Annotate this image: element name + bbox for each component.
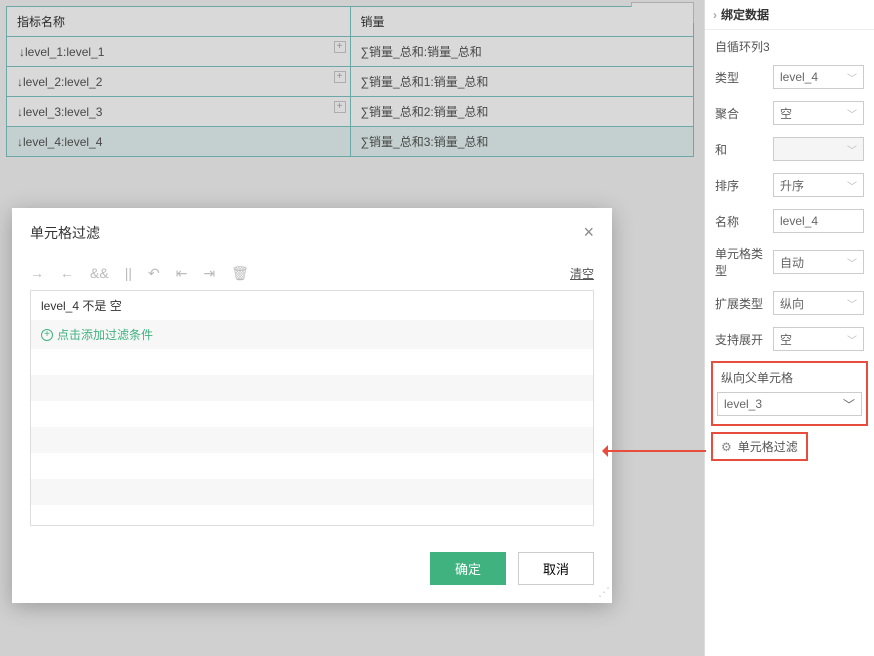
select-vparent[interactable]: level_3﹀ — [717, 392, 862, 416]
chevron-down-icon: ﹀ — [847, 142, 857, 157]
close-icon[interactable]: × — [583, 222, 594, 243]
sidebar-subtitle: 自循环列3 — [705, 30, 874, 59]
trash-icon[interactable]: 🗑 — [231, 265, 249, 282]
plus-circle-icon: + — [41, 329, 53, 341]
chevron-down-icon: ﹀ — [847, 332, 857, 347]
cell-filter-button[interactable]: ⚙ 单元格过滤 — [711, 432, 808, 461]
chevron-down-icon: ﹀ — [847, 178, 857, 193]
select-and: ﹀ — [773, 137, 864, 161]
cell-filter-modal: 单元格过滤 × → ← && || ↶ ⇤ ⇥ 🗑 清空 level_4 不是 … — [12, 208, 612, 603]
arrow-right-icon[interactable]: → — [30, 265, 44, 282]
row-and: 和 ﹀ — [705, 131, 874, 167]
indent-out-icon[interactable]: ⇥ — [203, 265, 215, 282]
row-celltype: 单元格类型 自动﹀ — [705, 239, 874, 285]
filter-row-empty — [31, 479, 593, 505]
chevron-right-icon[interactable]: › — [713, 8, 717, 22]
filter-row-empty — [31, 427, 593, 453]
or-icon[interactable]: || — [125, 265, 132, 282]
chevron-down-icon: ﹀ — [847, 296, 857, 311]
select-expandtype[interactable]: 纵向﹀ — [773, 291, 864, 315]
filter-row[interactable]: level_4 不是 空 — [31, 291, 593, 320]
filter-row-empty — [31, 375, 593, 401]
filter-list: level_4 不是 空 + 点击添加过滤条件 — [30, 290, 594, 526]
modal-footer: 确定 取消 — [12, 538, 612, 603]
row-type: 类型 level_4﹀ — [705, 59, 874, 95]
cancel-button[interactable]: 取消 — [518, 552, 594, 585]
gear-icon: ⚙ — [721, 440, 732, 454]
select-sort[interactable]: 升序﹀ — [773, 173, 864, 197]
row-sort: 排序 升序﹀ — [705, 167, 874, 203]
filter-row-empty — [31, 401, 593, 427]
filter-row-empty — [31, 505, 593, 526]
row-name: 名称 level_4 — [705, 203, 874, 239]
select-supportexpand[interactable]: 空﹀ — [773, 327, 864, 351]
chevron-down-icon: ﹀ — [847, 255, 857, 270]
indent-in-icon[interactable]: ⇤ — [176, 265, 188, 282]
clear-button[interactable]: 清空 — [570, 265, 594, 282]
select-celltype[interactable]: 自动﹀ — [773, 250, 864, 274]
modal-title: 单元格过滤 — [30, 223, 100, 243]
chevron-down-icon: ﹀ — [847, 106, 857, 121]
undo-icon[interactable]: ↶ — [148, 265, 160, 282]
row-supportexpand: 支持展开 空﹀ — [705, 321, 874, 357]
modal-toolbar: → ← && || ↶ ⇤ ⇥ 🗑 清空 — [12, 257, 612, 290]
input-name[interactable]: level_4 — [773, 209, 864, 233]
group-vertical-parent: 纵向父单元格 level_3﹀ — [711, 361, 868, 426]
sidebar-bind-data: › 绑定数据 自循环列3 类型 level_4﹀ 聚合 空﹀ 和 ﹀ 排序 升序… — [704, 0, 874, 656]
sidebar-header: › 绑定数据 — [705, 0, 874, 30]
chevron-down-icon: ﹀ — [843, 396, 855, 413]
modal-header: 单元格过滤 × — [12, 208, 612, 257]
filter-row-empty — [31, 349, 593, 375]
select-agg[interactable]: 空﹀ — [773, 101, 864, 125]
and-icon[interactable]: && — [90, 265, 109, 282]
filter-row-empty — [31, 453, 593, 479]
select-type[interactable]: level_4﹀ — [773, 65, 864, 89]
row-agg: 聚合 空﹀ — [705, 95, 874, 131]
resize-grip[interactable]: ⋰ — [598, 585, 608, 599]
chevron-down-icon: ﹀ — [847, 70, 857, 85]
row-expandtype: 扩展类型 纵向﹀ — [705, 285, 874, 321]
add-filter-row[interactable]: + 点击添加过滤条件 — [31, 320, 593, 349]
sidebar-title: 绑定数据 — [721, 6, 769, 23]
arrow-left-icon[interactable]: ← — [60, 265, 74, 282]
annotation-arrow — [606, 450, 706, 452]
ok-button[interactable]: 确定 — [430, 552, 506, 585]
